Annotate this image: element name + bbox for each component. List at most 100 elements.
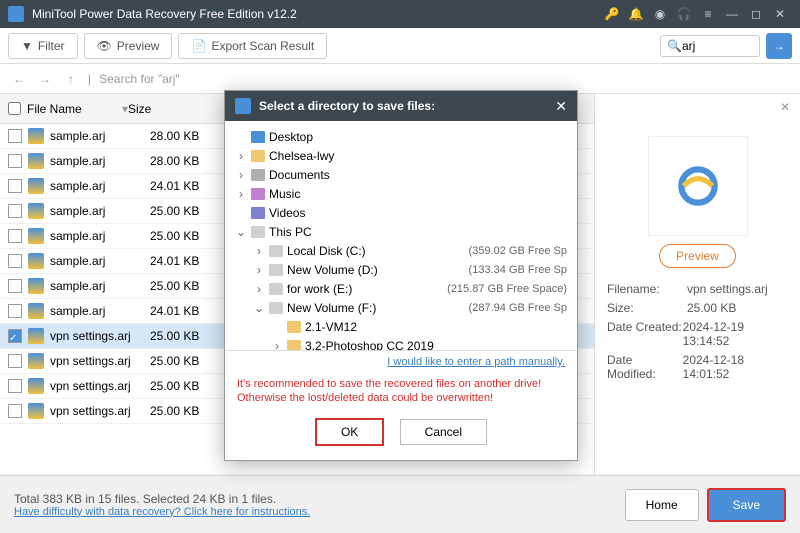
tree-label: Videos: [269, 206, 567, 220]
file-icon: [28, 128, 44, 144]
menu-icon[interactable]: ≡: [696, 2, 720, 26]
file-name: vpn settings.arj: [50, 404, 150, 418]
minimize-icon[interactable]: —: [720, 2, 744, 26]
row-checkbox[interactable]: ✓: [8, 329, 22, 343]
save-button[interactable]: Save: [707, 488, 786, 522]
row-checkbox[interactable]: [8, 154, 22, 168]
file-icon: [28, 203, 44, 219]
music-icon: [251, 188, 265, 200]
close-icon[interactable]: ✕: [768, 2, 792, 26]
thumbnail: [648, 136, 748, 236]
meta-filename-label: Filename:: [607, 282, 687, 296]
row-checkbox[interactable]: [8, 179, 22, 193]
tree-node[interactable]: ›New Volume (D:)(133.34 GB Free Sp: [235, 260, 567, 279]
column-size[interactable]: Size: [128, 102, 188, 116]
file-size: 25.00 KB: [150, 204, 210, 218]
preview-button[interactable]: 👁Preview: [84, 33, 173, 59]
row-checkbox[interactable]: [8, 354, 22, 368]
free-space: (359.02 GB Free Sp: [469, 245, 567, 257]
manual-path-link[interactable]: I would like to enter a path manually.: [387, 356, 565, 368]
disc-icon[interactable]: ◉: [648, 2, 672, 26]
cancel-button[interactable]: Cancel: [400, 419, 487, 445]
meta-size-value: 25.00 KB: [687, 301, 736, 315]
search-go-button[interactable]: →: [766, 33, 792, 59]
home-button[interactable]: Home: [625, 489, 699, 521]
file-name: vpn settings.arj: [50, 354, 150, 368]
maximize-icon[interactable]: ◻: [744, 2, 768, 26]
row-checkbox[interactable]: [8, 129, 22, 143]
tree-node[interactable]: ›Music: [235, 184, 567, 203]
tree-label: This PC: [269, 225, 567, 239]
file-name: sample.arj: [50, 254, 150, 268]
select-all-checkbox[interactable]: [8, 102, 21, 115]
bell-icon[interactable]: 🔔: [624, 2, 648, 26]
expand-icon[interactable]: ⌄: [235, 225, 247, 239]
expand-icon[interactable]: ›: [253, 263, 265, 277]
dialog-close-icon[interactable]: ✕: [555, 98, 567, 115]
titlebar: MiniTool Power Data Recovery Free Editio…: [0, 0, 800, 28]
tree-node[interactable]: ⌄New Volume (F:)(287.94 GB Free Sp: [235, 298, 567, 317]
directory-tree[interactable]: Desktop›Chelsea-lwy›Documents›Music Video…: [225, 121, 577, 351]
free-space: (287.94 GB Free Sp: [469, 302, 567, 314]
expand-icon[interactable]: ›: [271, 339, 283, 352]
tree-node[interactable]: Desktop: [235, 127, 567, 146]
file-size: 24.01 KB: [150, 304, 210, 318]
key-icon[interactable]: 🔑: [600, 2, 624, 26]
preview-file-button[interactable]: Preview: [659, 244, 736, 268]
tree-node[interactable]: ›Documents: [235, 165, 567, 184]
file-size: 24.01 KB: [150, 254, 210, 268]
expand-icon[interactable]: ›: [235, 149, 247, 163]
tree-node[interactable]: ›Chelsea-lwy: [235, 146, 567, 165]
toolbar: ▼Filter 👁Preview 📄Export Scan Result 🔍 →: [0, 28, 800, 64]
row-checkbox[interactable]: [8, 304, 22, 318]
free-space: (215.87 GB Free Space): [447, 283, 567, 295]
row-checkbox[interactable]: [8, 229, 22, 243]
tree-node[interactable]: › 3.2-Photoshop CC 2019: [235, 336, 567, 351]
row-checkbox[interactable]: [8, 279, 22, 293]
file-size: 24.01 KB: [150, 179, 210, 193]
file-size: 25.00 KB: [150, 329, 210, 343]
column-filename[interactable]: File Name: [27, 102, 82, 116]
meta-modified-label: Date Modified:: [607, 353, 683, 381]
file-size: 25.00 KB: [150, 404, 210, 418]
file-name: sample.arj: [50, 229, 150, 243]
expand-icon[interactable]: ⌄: [253, 301, 265, 315]
expand-icon[interactable]: ›: [253, 244, 265, 258]
expand-icon[interactable]: ›: [235, 187, 247, 201]
file-name: sample.arj: [50, 279, 150, 293]
file-icon: [28, 228, 44, 244]
file-icon: [28, 253, 44, 269]
tree-label: 3.2-Photoshop CC 2019: [305, 339, 567, 352]
file-icon: [28, 328, 44, 344]
tree-node[interactable]: Videos: [235, 203, 567, 222]
file-name: sample.arj: [50, 304, 150, 318]
row-checkbox[interactable]: [8, 254, 22, 268]
tree-node[interactable]: ⌄ This PC: [235, 222, 567, 241]
up-icon[interactable]: ↑: [62, 72, 80, 86]
search-box[interactable]: 🔍: [660, 35, 760, 57]
export-button[interactable]: 📄Export Scan Result: [178, 33, 327, 59]
tree-node[interactable]: ›Local Disk (C:)(359.02 GB Free Sp: [235, 241, 567, 260]
tree-node[interactable]: ›for work (E:)(215.87 GB Free Space): [235, 279, 567, 298]
expand-icon[interactable]: ›: [253, 282, 265, 296]
free-space: (133.34 GB Free Sp: [469, 264, 567, 276]
file-size: 25.00 KB: [150, 229, 210, 243]
tree-node[interactable]: 2.1-VM12: [235, 317, 567, 336]
tree-label: 2.1-VM12: [305, 320, 567, 334]
file-size: 28.00 KB: [150, 154, 210, 168]
file-size: 28.00 KB: [150, 129, 210, 143]
ok-button[interactable]: OK: [315, 418, 384, 446]
forward-icon[interactable]: →: [36, 72, 54, 86]
back-icon[interactable]: ←: [10, 72, 28, 86]
help-link[interactable]: Have difficulty with data recovery? Clic…: [14, 506, 310, 518]
row-checkbox[interactable]: [8, 379, 22, 393]
headset-icon[interactable]: 🎧: [672, 2, 696, 26]
expand-icon[interactable]: ›: [235, 168, 247, 182]
export-icon: 📄: [191, 39, 206, 53]
save-directory-dialog: Select a directory to save files: ✕ Desk…: [224, 90, 578, 461]
row-checkbox[interactable]: [8, 204, 22, 218]
search-input[interactable]: [682, 39, 742, 53]
row-checkbox[interactable]: [8, 404, 22, 418]
filter-button[interactable]: ▼Filter: [8, 33, 78, 59]
panel-close-icon[interactable]: ✕: [780, 100, 790, 114]
